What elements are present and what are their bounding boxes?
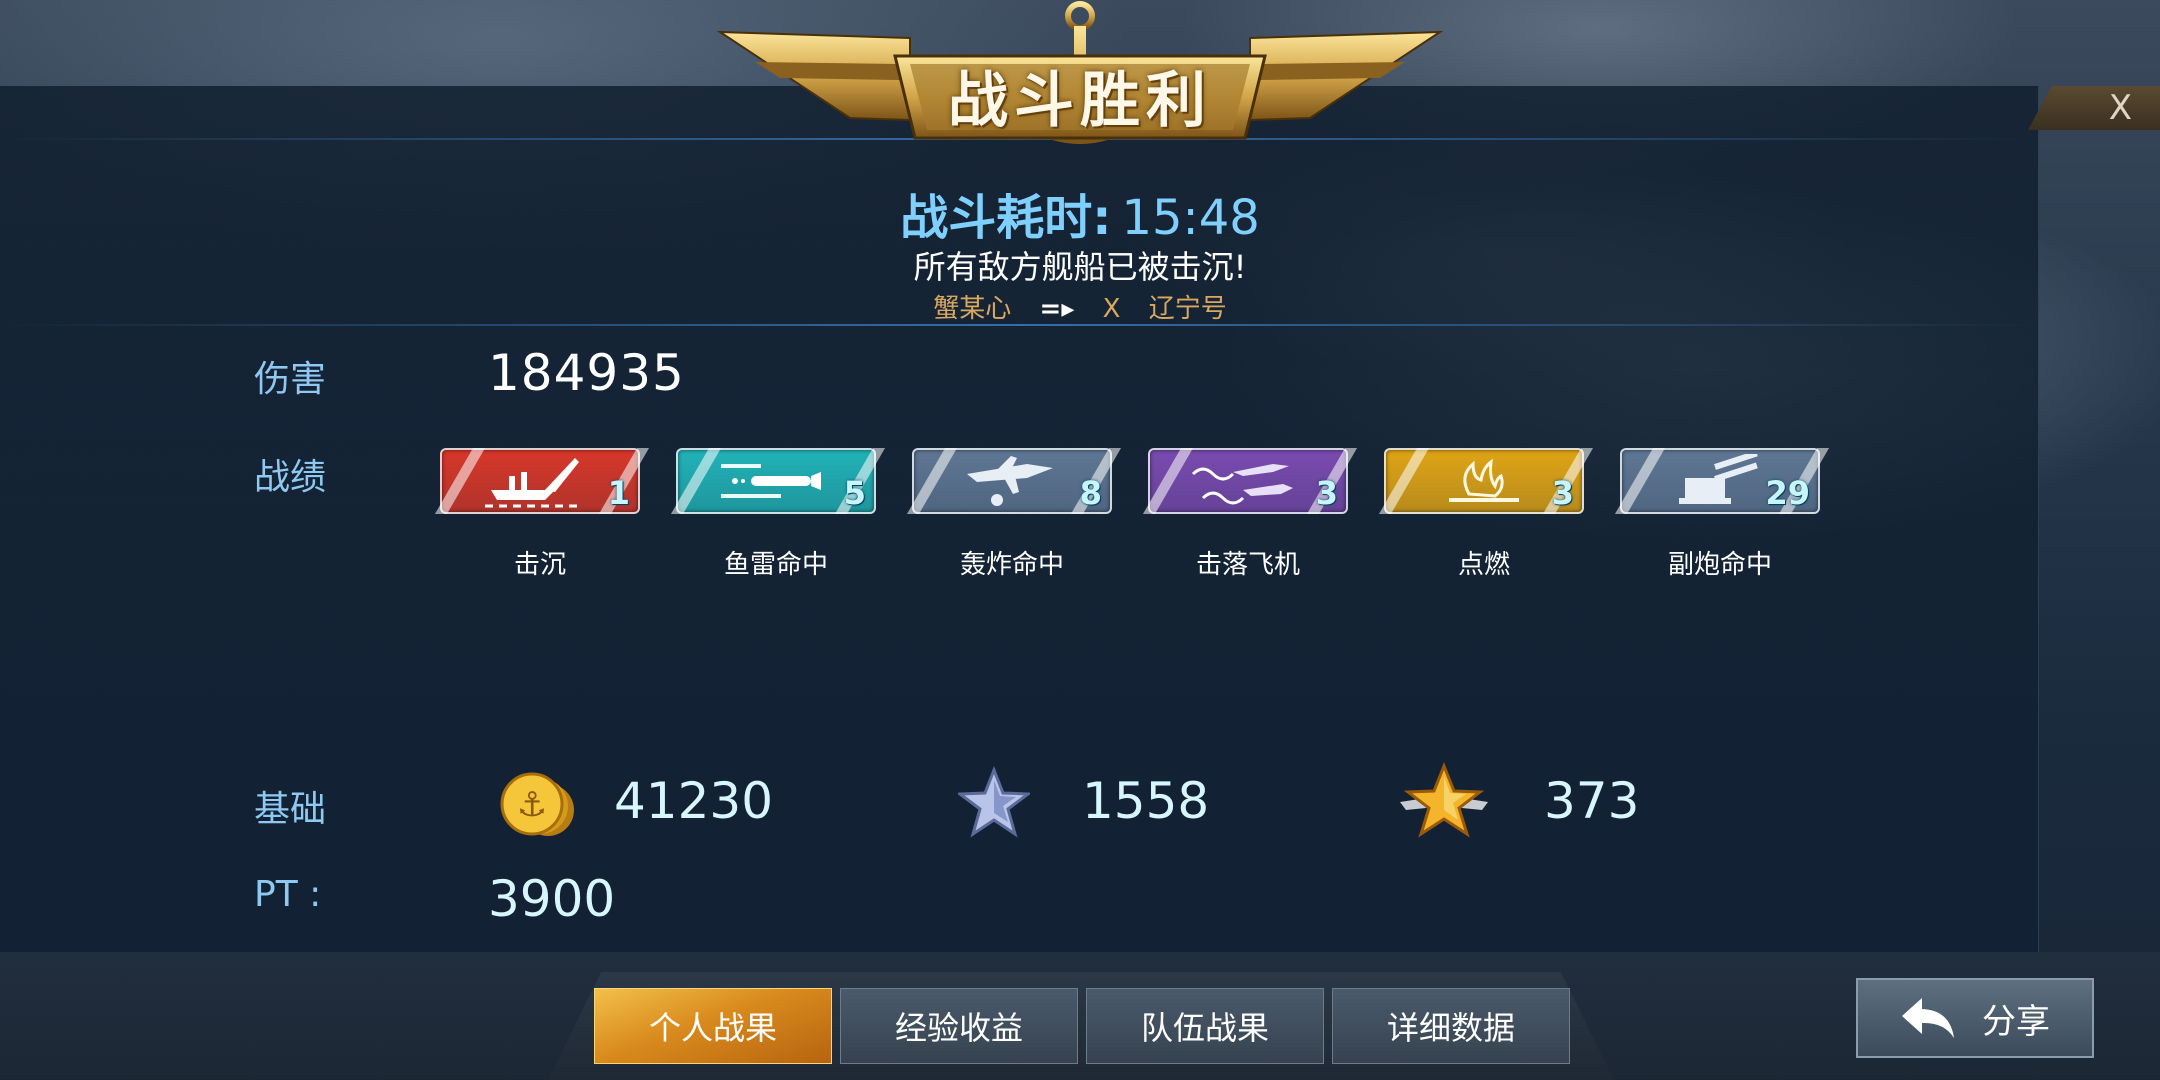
medal-count: 3 (1315, 474, 1338, 512)
tab-2[interactable]: 经验收益 (840, 988, 1078, 1064)
medal-count: 29 (1765, 474, 1810, 512)
medal-count: 8 (1079, 474, 1102, 512)
share-arrow-icon (1902, 998, 1954, 1038)
base-label: 基础 (254, 789, 327, 830)
bomber-icon (967, 456, 1053, 506)
medal-ship-sinking: 1 (434, 448, 650, 514)
turret-icon (1679, 454, 1758, 504)
kill-arrow-icon: =▸ (1039, 294, 1075, 324)
medal-label: 轰炸命中 (959, 550, 1064, 580)
medal-count: 1 (607, 474, 630, 512)
medal-bomber: 8 (906, 448, 1122, 514)
medal-plane-shot: 3 (1142, 448, 1358, 514)
kill-separator: X (1102, 294, 1121, 324)
tab-3[interactable]: 队伍战果 (1086, 988, 1324, 1064)
gold-star-icon (1400, 762, 1488, 838)
medal-label: 副炮命中 (1667, 550, 1772, 580)
battle-duration: 战斗耗时: 15:48 (0, 178, 2160, 248)
coin-value: 41230 (614, 772, 774, 830)
medal-label: 击落飞机 (1195, 550, 1300, 580)
duration-label: 战斗耗时: (900, 190, 1112, 246)
victory-title: 战斗胜利 (948, 65, 1212, 136)
share-button[interactable]: 分享 (1856, 978, 2094, 1058)
plane-shot-icon (1191, 464, 1293, 505)
medal-turret: 29 (1614, 448, 1830, 514)
gold-star-value: 373 (1544, 772, 1640, 830)
medal-label: 点燃 (1457, 550, 1510, 580)
pt-value: 3900 (488, 870, 616, 928)
medal-label: 鱼雷命中 (723, 550, 828, 580)
medal-count: 3 (1551, 474, 1574, 512)
pt-label: PT : (254, 874, 322, 915)
medal-torpedo: 5 (670, 448, 886, 514)
ship-sinking-icon (485, 458, 581, 508)
tab-1[interactable]: 个人战果 (594, 988, 832, 1064)
gold-coin-icon: ⚓ (500, 772, 574, 836)
svg-text:⚓: ⚓ (517, 785, 547, 825)
fire-icon (1449, 458, 1519, 502)
torpedo-icon (721, 464, 821, 498)
killer-name: 蟹某心 (933, 294, 1012, 324)
silver-star-icon (958, 766, 1030, 838)
close-button[interactable]: X (2028, 86, 2160, 130)
damage-label: 伤害 (254, 359, 327, 400)
duration-value: 15:48 (1121, 190, 1260, 246)
tab-4[interactable]: 详细数据 (1332, 988, 1570, 1064)
final-kill-line: 蟹某心 =▸ X 辽宁号 (0, 288, 2160, 325)
silver-star-value: 1558 (1082, 772, 1210, 830)
record-label: 战绩 (254, 457, 327, 498)
victim-name: 辽宁号 (1148, 294, 1227, 324)
medal-count: 5 (843, 474, 866, 512)
victory-banner: 战斗胜利 (700, 0, 1460, 150)
battle-result-text: 所有敌方舰船已被击沉! (913, 248, 1247, 286)
medal-label: 击沉 (513, 550, 566, 580)
share-label: 分享 (1982, 1001, 2050, 1042)
medal-fire: 3 (1378, 448, 1594, 514)
damage-value: 184935 (488, 344, 685, 402)
